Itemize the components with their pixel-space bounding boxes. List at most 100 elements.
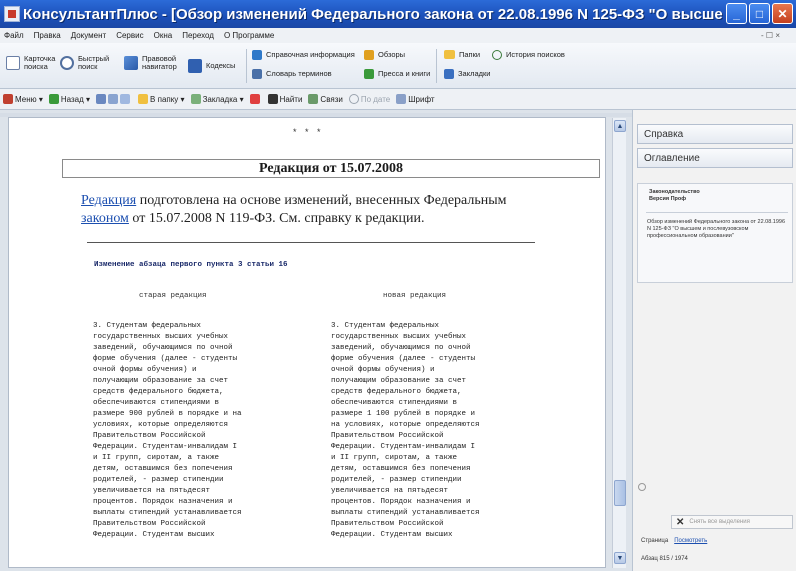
press-button[interactable]: Пресса и книги xyxy=(364,69,430,79)
scroll-thumb[interactable] xyxy=(614,480,626,506)
highlight-button[interactable] xyxy=(249,94,262,104)
reference-info-button[interactable]: Справочная информация xyxy=(252,50,355,60)
mdi-window-controls[interactable]: - ☐ × xyxy=(761,31,780,40)
dictionary-label: Словарь терминов xyxy=(266,69,332,78)
quick-search-button[interactable]: Быстрый поиск xyxy=(60,55,109,71)
vertical-scrollbar[interactable]: ▲ ▼ xyxy=(612,118,626,568)
codexes-button[interactable]: Кодексы xyxy=(188,59,235,73)
old-edition-line: государственных высших учебных xyxy=(93,333,229,341)
old-edition-line: условиях, которые определяются xyxy=(93,421,229,429)
menu-about[interactable]: О Программе xyxy=(224,31,274,40)
change-header: Изменение абзаца первого пункта 3 статьи… xyxy=(94,261,288,269)
old-edition-line: Федерации. Студентам высших xyxy=(93,531,215,539)
reviews-button[interactable]: Обзоры xyxy=(364,50,405,60)
new-edition-line: родителей, - размер стипендии xyxy=(331,476,462,484)
menu-document[interactable]: Документ xyxy=(71,31,107,40)
info-icon[interactable] xyxy=(638,483,646,491)
font-icon xyxy=(396,94,407,104)
edition-button[interactable]: По дате xyxy=(348,94,390,104)
new-edition-line: размере 1 100 рублей в порядке и xyxy=(331,410,476,418)
page-link[interactable]: Посмотреть xyxy=(674,538,707,544)
maximize-button[interactable]: □ xyxy=(749,3,770,24)
old-edition-line: средств федерального бюджета, xyxy=(93,388,224,396)
page-row: Страница Посмотреть xyxy=(641,538,707,544)
new-edition-line: Правительством Российской xyxy=(331,432,444,440)
reviews-icon xyxy=(364,50,374,60)
page-label: Страница xyxy=(641,538,669,544)
reference-icon xyxy=(252,50,262,60)
menu-navigate[interactable]: Переход xyxy=(182,31,214,40)
minimize-button[interactable]: _ xyxy=(726,3,747,24)
dictionary-button[interactable]: Словарь терминов xyxy=(252,69,332,79)
find-button[interactable]: Найти xyxy=(267,94,302,104)
scroll-down-arrow[interactable]: ▼ xyxy=(614,552,626,564)
info-box-text: Обзор изменений Федерального закона от 2… xyxy=(647,219,786,239)
folders-button[interactable]: Папки xyxy=(444,50,480,59)
new-edition-line: форме обучения (далее - студенты xyxy=(331,355,476,363)
tab-contents[interactable]: Оглавление xyxy=(637,148,793,168)
history-icon xyxy=(492,50,502,60)
app-icon xyxy=(4,6,20,22)
scroll-up-arrow[interactable]: ▲ xyxy=(614,120,626,132)
menu-edit[interactable]: Правка xyxy=(34,31,61,40)
title-bar: КонсультантПлюс - [Обзор изменений Федер… xyxy=(0,0,796,28)
new-edition-line: детям, оставшимся без попечения xyxy=(331,465,471,473)
legal-navigator-label: Правовой навигатор xyxy=(142,54,177,71)
back-button[interactable]: Назад ▾ xyxy=(48,94,90,104)
save-icon xyxy=(108,94,119,104)
bookmarks-label: Закладки xyxy=(458,69,491,78)
horizontal-rule xyxy=(87,242,535,243)
font-button[interactable]: Шрифт xyxy=(396,94,435,104)
folder-icon xyxy=(444,50,455,59)
bookmark-button[interactable]: Закладка ▾ xyxy=(190,94,244,104)
view-icons-group[interactable] xyxy=(96,94,132,104)
old-edition-line: родителей, - размер стипендии xyxy=(93,476,224,484)
links-button[interactable]: Связи xyxy=(308,94,343,104)
menu-label: Меню xyxy=(15,94,37,104)
edition-link[interactable]: Редакция xyxy=(81,193,136,208)
legal-navigator-button[interactable]: Правовой навигатор xyxy=(124,55,184,71)
old-edition-line: размере 900 рублей в порядке и на xyxy=(93,410,242,418)
reference-info-label: Справочная информация xyxy=(266,50,355,59)
new-edition-line: 3. Студентам федеральных xyxy=(331,322,440,330)
navigator-icon xyxy=(124,56,138,70)
new-edition-line: и II групп, сиротам, а также xyxy=(331,454,458,462)
menu-service[interactable]: Сервис xyxy=(116,31,143,40)
window-title: КонсультантПлюс - [Обзор изменений Федер… xyxy=(23,5,723,23)
new-edition-line: обеспечиваются стипендиями в xyxy=(331,399,458,407)
card-search-button[interactable]: Карточка поиска xyxy=(6,54,56,71)
info-box-divider xyxy=(646,212,788,213)
document-view[interactable]: * * * Редакция от 15.07.2008 Редакция по… xyxy=(8,117,606,568)
law-link[interactable]: законом xyxy=(81,211,129,226)
new-edition-header: новая редакция xyxy=(383,292,447,300)
folders-label: Папки xyxy=(459,49,481,59)
font-label: Шрифт xyxy=(408,94,435,104)
to-folder-label: В папку xyxy=(150,94,179,104)
new-edition-line: выплаты стипендий устанавливается xyxy=(331,509,480,517)
search-history-button[interactable]: История поисков xyxy=(492,50,565,60)
right-panel: Справка Оглавление Законодательство Верс… xyxy=(632,110,796,571)
links-icon xyxy=(308,94,319,104)
old-edition-line: Правительством Российской xyxy=(93,432,206,440)
bookmark-label: Закладка xyxy=(202,94,238,104)
binoculars-icon xyxy=(267,94,278,104)
new-edition-column: 3. Студентам федеральных государственных … xyxy=(331,321,529,541)
to-folder-button[interactable]: В папку ▾ xyxy=(138,94,185,104)
card-search-label: Карточка поиска xyxy=(24,54,56,71)
bookmarks-button[interactable]: Закладки xyxy=(444,69,490,79)
old-edition-line: получающим образование за счет xyxy=(93,377,229,385)
clear-highlights-button[interactable]: ✕ Снять все выделения xyxy=(671,515,793,529)
tab-help[interactable]: Справка xyxy=(637,124,793,144)
menu-windows[interactable]: Окна xyxy=(154,31,173,40)
close-button[interactable]: ✕ xyxy=(772,3,793,24)
old-edition-header: старая редакция xyxy=(139,292,207,300)
dictionary-icon xyxy=(252,69,262,79)
folder-add-icon xyxy=(138,94,149,104)
menu-file[interactable]: Файл xyxy=(4,31,24,40)
links-label: Связи xyxy=(320,94,343,104)
reviews-label: Обзоры xyxy=(378,50,406,59)
new-edition-line: Правительством Российской xyxy=(331,520,444,528)
new-edition-line: государственных высших учебных xyxy=(331,333,467,341)
new-edition-line: увеличивается на пятьдесят xyxy=(331,487,449,495)
menu-dropdown-button[interactable]: Меню ▾ xyxy=(3,94,43,104)
